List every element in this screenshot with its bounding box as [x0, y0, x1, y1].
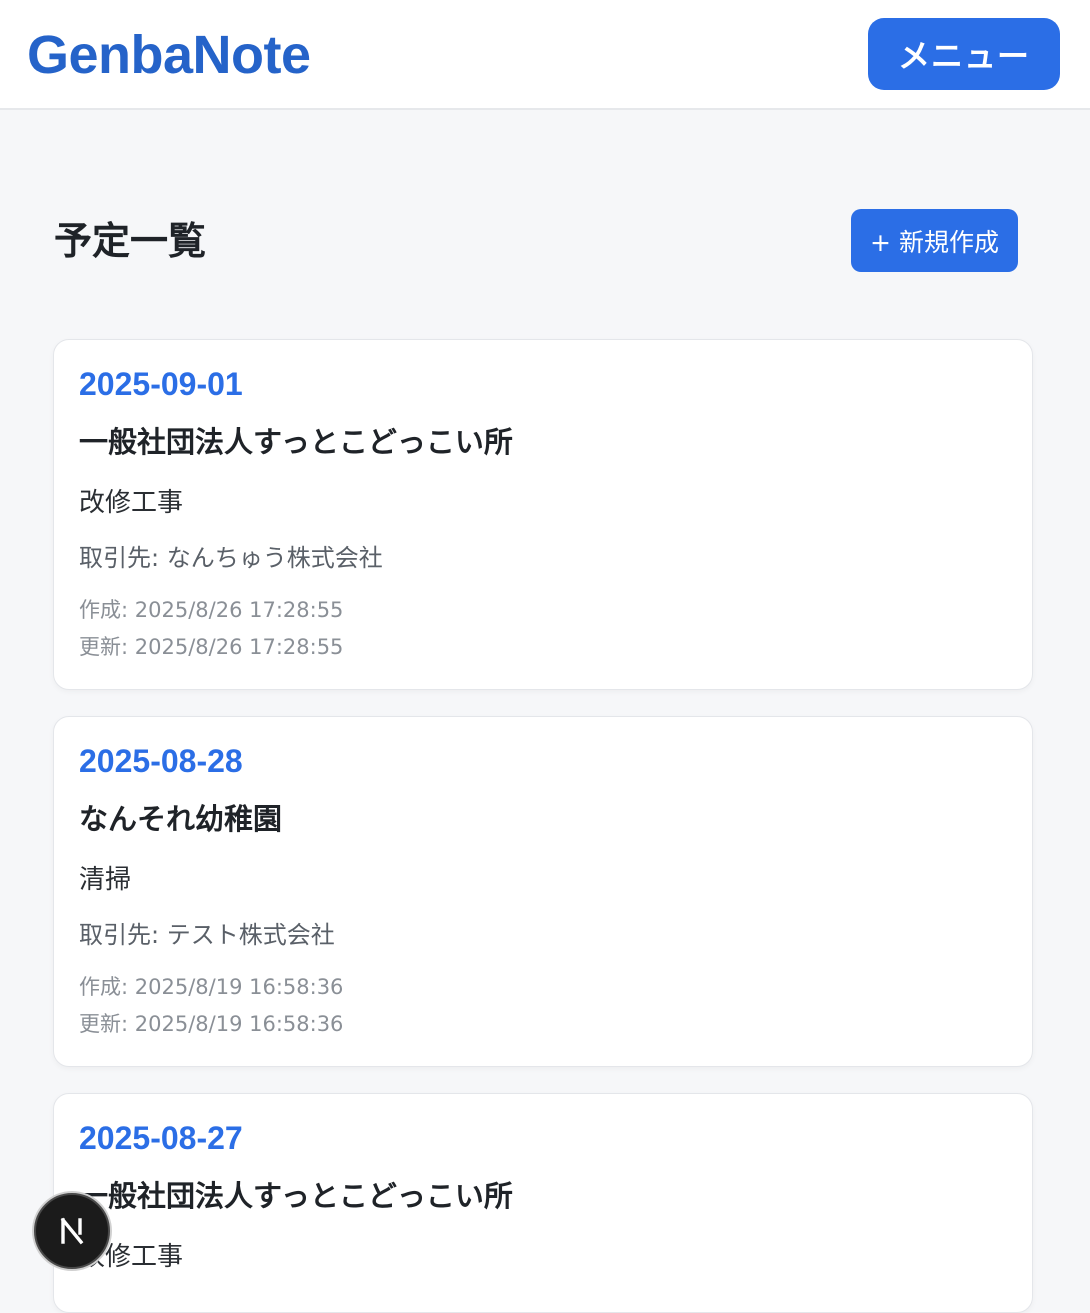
schedule-client: 取引先: なんちゅう株式会社: [79, 544, 383, 572]
schedule-card[interactable]: 2025-09-01 一般社団法人すっとこどっこい所 改修工事 取引先: なんち…: [53, 339, 1033, 690]
page-title: 予定一覧: [54, 219, 207, 263]
new-schedule-button[interactable]: + 新規作成: [851, 209, 1018, 272]
schedule-work-type: 改修工事: [79, 488, 184, 518]
schedule-site-name: 一般社団法人すっとこどっこい所: [79, 425, 513, 459]
schedule-created-at: 作成: 2025/8/26 17:28:55: [79, 598, 344, 622]
schedule-updated-at: 更新: 2025/8/19 16:58:36: [79, 1012, 344, 1036]
menu-button[interactable]: メニュー: [868, 18, 1060, 90]
schedule-date: 2025-08-27: [79, 1120, 243, 1156]
schedule-date: 2025-08-28: [79, 743, 243, 779]
schedule-updated-at: 更新: 2025/8/26 17:28:55: [79, 635, 344, 659]
app-logo[interactable]: GenbaNote: [27, 22, 311, 88]
schedule-site-name: なんそれ幼稚園: [79, 802, 283, 836]
app-header: GenbaNote メニュー: [0, 0, 1090, 110]
schedule-created-at: 作成: 2025/8/19 16:58:36: [79, 975, 344, 999]
schedule-work-type: 清掃: [79, 865, 132, 895]
nextjs-logo-icon: [60, 1217, 84, 1245]
schedule-card[interactable]: 2025-08-28 なんそれ幼稚園 清掃 取引先: テスト株式会社 作成: 2…: [53, 716, 1033, 1067]
schedule-date: 2025-09-01: [79, 366, 243, 402]
schedule-card[interactable]: 2025-08-27 一般社団法人すっとこどっこい所 改修工事: [53, 1093, 1033, 1313]
schedule-client: 取引先: テスト株式会社: [79, 921, 335, 949]
schedule-site-name: 一般社団法人すっとこどっこい所: [79, 1179, 513, 1213]
nextjs-dev-badge[interactable]: [34, 1193, 110, 1269]
